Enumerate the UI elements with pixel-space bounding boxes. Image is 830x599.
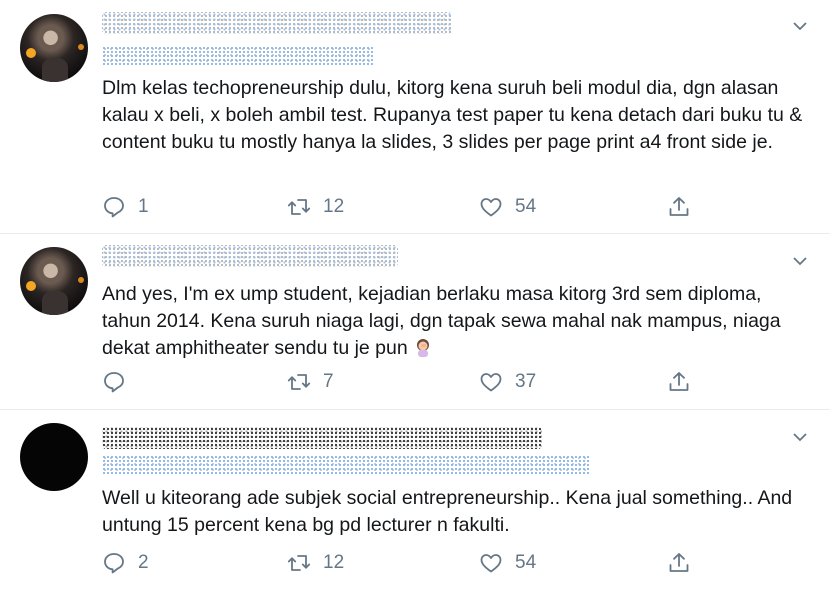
retweet-button[interactable]: 12 (287, 192, 344, 222)
share-icon (669, 197, 689, 216)
display-name-redacted[interactable] (102, 245, 398, 267)
retweet-button[interactable]: 7 (287, 367, 334, 397)
tweet[interactable]: And yes, I'm ex ump student, kejadian be… (0, 233, 830, 409)
tweet-text: Dlm kelas techopreneurship dulu, kitorg … (102, 77, 808, 153)
share-icon (669, 553, 689, 572)
reply-button[interactable] (102, 367, 138, 397)
share-button[interactable] (667, 548, 691, 578)
avatar[interactable] (20, 247, 88, 315)
like-icon (480, 373, 502, 392)
retweet-count: 12 (323, 552, 345, 573)
reply-button[interactable]: 1 (102, 192, 149, 222)
like-button[interactable]: 54 (479, 548, 536, 578)
retweet-icon (287, 374, 311, 390)
reply-count: 1 (138, 196, 149, 217)
avatar[interactable] (20, 14, 88, 82)
like-icon (480, 198, 502, 217)
tweet-text: Well u kiteorang ade subjek social entre… (102, 487, 798, 536)
retweet-count: 12 (323, 196, 345, 217)
reply-icon (104, 197, 124, 218)
tweet-text: And yes, I'm ex ump student, kejadian be… (102, 281, 812, 362)
reply-button[interactable]: 2 (102, 548, 149, 578)
retweet-icon (287, 555, 311, 571)
share-button[interactable] (667, 367, 691, 397)
retweet-button[interactable]: 12 (287, 548, 344, 578)
tweet[interactable]: Well u kiteorang ade subjek social entre… (0, 409, 830, 599)
tweet[interactable]: Dlm kelas techopreneurship dulu, kitorg … (0, 0, 830, 233)
reply-icon (104, 553, 124, 574)
retweet-icon (287, 199, 311, 215)
tweet-text-body: And yes, I'm ex ump student, kejadian be… (102, 283, 787, 359)
display-name-redacted[interactable] (102, 427, 542, 449)
tweet-actions: 7 37 (102, 367, 702, 397)
share-button[interactable] (667, 192, 691, 222)
tweet-actions: 1 12 54 (102, 192, 702, 222)
like-icon (480, 554, 502, 573)
avatar[interactable] (20, 423, 88, 491)
chevron-down-icon[interactable] (792, 18, 808, 34)
tweet-thread: Dlm kelas techopreneurship dulu, kitorg … (0, 0, 830, 599)
retweet-count: 7 (323, 371, 334, 392)
like-count: 54 (515, 196, 537, 217)
username-redacted[interactable] (102, 46, 374, 66)
like-count: 37 (515, 371, 537, 392)
display-name-redacted[interactable] (102, 12, 452, 34)
chevron-down-icon[interactable] (792, 429, 808, 445)
share-icon (669, 372, 689, 391)
like-button[interactable]: 37 (479, 367, 536, 397)
chevron-down-icon[interactable] (792, 253, 808, 269)
reply-icon (104, 372, 124, 393)
username-redacted[interactable] (102, 455, 590, 475)
like-button[interactable]: 54 (479, 192, 536, 222)
woman-facepalming-icon (417, 339, 430, 357)
like-count: 54 (515, 552, 537, 573)
reply-count: 2 (138, 552, 149, 573)
tweet-actions: 2 12 54 (102, 548, 702, 578)
